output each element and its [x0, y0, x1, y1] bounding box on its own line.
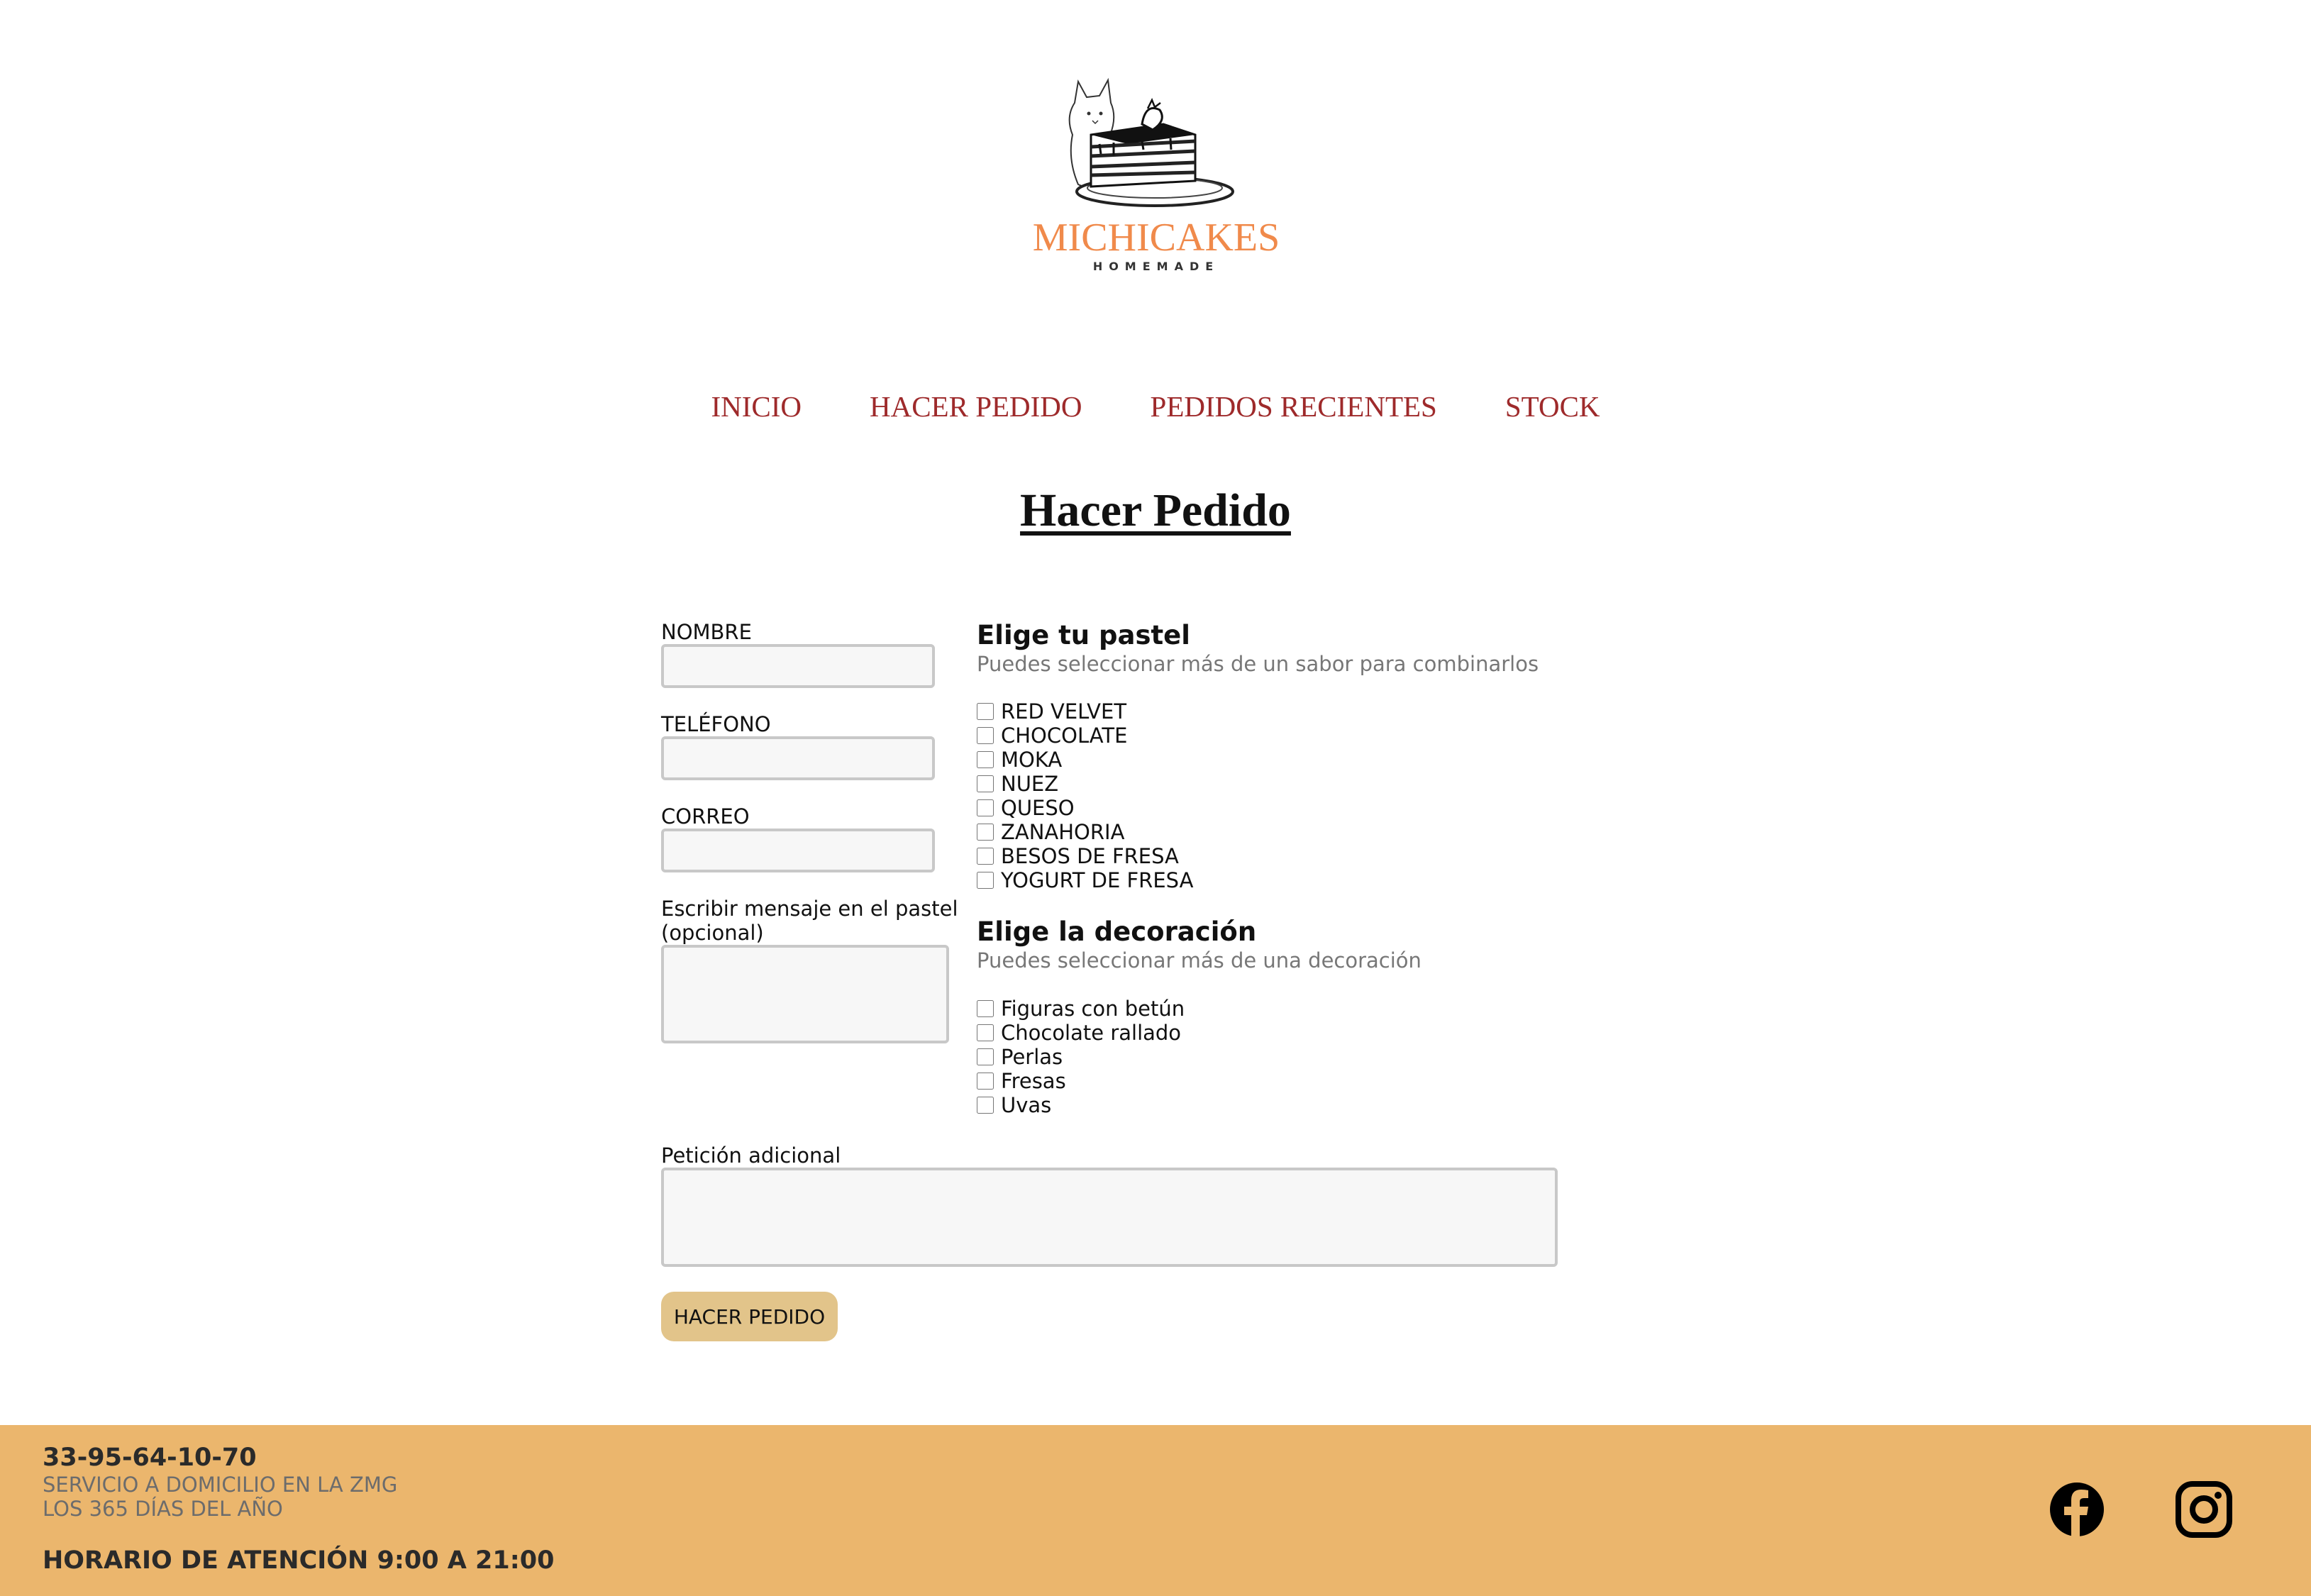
pastel-option[interactable]: MOKA: [977, 748, 1193, 772]
nav-pedidos-recientes[interactable]: PEDIDOS RECIENTES: [1151, 387, 1437, 426]
decoracion-option-label: Perlas: [1001, 1045, 1063, 1069]
cake-cat-logo-icon: MICHICAKES HOMEMADE: [1033, 77, 1280, 273]
brand-logo[interactable]: MICHICAKES HOMEMADE: [1021, 67, 1291, 280]
nav-stock[interactable]: STOCK: [1505, 387, 1600, 426]
decoracion-options: Figuras con betún Chocolate rallado Perlas…: [977, 997, 1185, 1117]
pastel-option-label: YOGURT DE FRESA: [1001, 868, 1194, 892]
brand-name: MICHICAKES: [1033, 216, 1280, 260]
decoracion-checkbox[interactable]: [977, 1097, 994, 1114]
pastel-heading: Elige tu pastel: [977, 620, 1190, 650]
mensaje-textarea[interactable]: [661, 945, 949, 1043]
mensaje-label-line1: Escribir mensaje en el pastel: [661, 897, 958, 921]
instagram-icon[interactable]: [2176, 1481, 2232, 1538]
pastel-option-label: RED VELVET: [1001, 699, 1127, 724]
facebook-icon[interactable]: [2049, 1481, 2105, 1538]
pastel-checkbox[interactable]: [977, 824, 994, 841]
decoracion-hint: Puedes seleccionar más de una decoración: [977, 948, 1421, 972]
pastel-option-label: ZANAHORIA: [1001, 820, 1125, 844]
decoracion-checkbox[interactable]: [977, 1024, 994, 1041]
pastel-options: RED VELVET CHOCOLATE MOKA NUEZ QUESO ZANAHORI…: [977, 699, 1193, 892]
pastel-option-label: QUESO: [1001, 796, 1075, 820]
pastel-checkbox[interactable]: [977, 799, 994, 816]
footer-service: SERVICIO A DOMICILIO EN LA ZMG: [43, 1473, 398, 1497]
peticion-label: Petición adicional: [661, 1143, 841, 1168]
nav-inicio[interactable]: INICIO: [711, 387, 802, 426]
decoracion-option[interactable]: Fresas: [977, 1069, 1185, 1093]
telefono-label: TELÉFONO: [661, 712, 771, 736]
page-title: Hacer Pedido: [1020, 484, 1291, 536]
pastel-checkbox[interactable]: [977, 727, 994, 744]
pastel-option-label: BESOS DE FRESA: [1001, 844, 1179, 868]
pastel-checkbox[interactable]: [977, 751, 994, 768]
decoracion-option[interactable]: Perlas: [977, 1045, 1185, 1069]
decoracion-checkbox[interactable]: [977, 1073, 994, 1090]
decoracion-option[interactable]: Uvas: [977, 1093, 1185, 1117]
decoracion-option-label: Uvas: [1001, 1093, 1052, 1117]
decoracion-option-label: Figuras con betún: [1001, 997, 1185, 1021]
pastel-checkbox[interactable]: [977, 848, 994, 865]
pastel-option[interactable]: BESOS DE FRESA: [977, 844, 1193, 868]
footer-hours: HORARIO DE ATENCIÓN 9:00 A 21:00: [43, 1546, 555, 1575]
mensaje-label: Escribir mensaje en el pastel (opcional): [661, 897, 958, 945]
pastel-option[interactable]: QUESO: [977, 796, 1193, 820]
pastel-hint: Puedes seleccionar más de un sabor para …: [977, 652, 1539, 676]
mensaje-label-line2: (opcional): [661, 921, 764, 945]
decoracion-checkbox[interactable]: [977, 1048, 994, 1065]
nombre-label: NOMBRE: [661, 620, 752, 644]
decoracion-option[interactable]: Figuras con betún: [977, 997, 1185, 1021]
pastel-option-label: NUEZ: [1001, 772, 1059, 796]
decoracion-heading: Elige la decoración: [977, 916, 1257, 947]
pastel-option[interactable]: CHOCOLATE: [977, 724, 1193, 748]
correo-input[interactable]: [661, 829, 935, 872]
brand-tagline: HOMEMADE: [1093, 260, 1219, 273]
correo-label: CORREO: [661, 804, 750, 829]
pastel-option[interactable]: RED VELVET: [977, 699, 1193, 724]
nombre-input[interactable]: [661, 644, 935, 688]
pastel-option-label: CHOCOLATE: [1001, 724, 1128, 748]
footer-phone: 33-95-64-10-70: [43, 1443, 257, 1472]
decoracion-option-label: Fresas: [1001, 1069, 1066, 1093]
main-nav: INICIO HACER PEDIDO PEDIDOS RECIENTES ST…: [0, 387, 2311, 426]
decoracion-option-label: Chocolate rallado: [1001, 1021, 1182, 1045]
pastel-checkbox[interactable]: [977, 872, 994, 889]
pastel-option[interactable]: YOGURT DE FRESA: [977, 868, 1193, 892]
pastel-option[interactable]: ZANAHORIA: [977, 820, 1193, 844]
decoracion-checkbox[interactable]: [977, 1000, 994, 1017]
pastel-option[interactable]: NUEZ: [977, 772, 1193, 796]
hacer-pedido-button[interactable]: HACER PEDIDO: [661, 1292, 838, 1341]
decoracion-option[interactable]: Chocolate rallado: [977, 1021, 1185, 1045]
pastel-option-label: MOKA: [1001, 748, 1063, 772]
pastel-checkbox[interactable]: [977, 703, 994, 720]
peticion-textarea[interactable]: [661, 1168, 1558, 1267]
footer-days: LOS 365 DÍAS DEL AÑO: [43, 1497, 283, 1521]
telefono-input[interactable]: [661, 736, 935, 780]
pastel-checkbox[interactable]: [977, 775, 994, 792]
nav-hacer-pedido[interactable]: HACER PEDIDO: [870, 387, 1082, 426]
